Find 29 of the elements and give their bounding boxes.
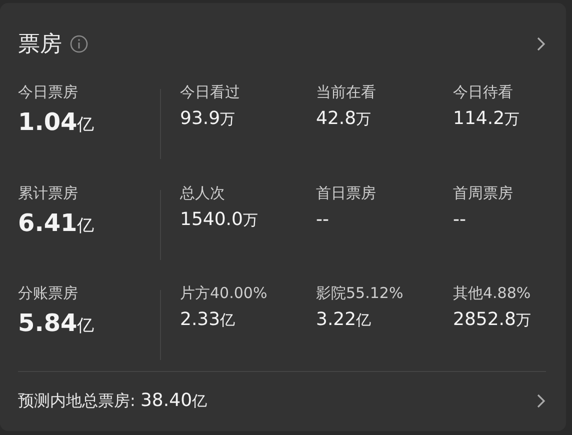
stat-label: 首周票房 (453, 184, 514, 203)
stat-value: 1540.0万 (180, 208, 259, 230)
stat-label: 当前在看 (316, 83, 377, 102)
stat-value: 5.84亿 (18, 309, 96, 338)
stat-label: 分账票房 (18, 284, 79, 304)
stat-value: 3.22亿 (316, 309, 372, 330)
stat-value: 6.41亿 (18, 208, 96, 237)
stat-value: -- (316, 208, 330, 230)
forecast-text: 预测内地总票房: 38.40亿 (18, 390, 208, 412)
stat-value: 42.8万 (316, 108, 372, 130)
stat-value: 114.2万 (453, 108, 521, 130)
chevron-right-icon[interactable] (536, 36, 546, 52)
chevron-right-icon[interactable] (536, 393, 546, 410)
stat-label: 片方40.00% (180, 284, 268, 304)
stat-value: -- (453, 208, 467, 230)
info-icon[interactable] (70, 35, 88, 54)
stat-label: 影院55.12% (316, 284, 404, 304)
stat-label: 累计票房 (18, 184, 79, 203)
stat-label: 今日票房 (18, 83, 79, 102)
stat-label: 其他4.88% (453, 284, 532, 304)
stat-value: 2852.8万 (453, 309, 532, 330)
stat-value: 1.04亿 (18, 108, 96, 136)
card-title: 票房 (18, 31, 62, 60)
stat-label: 今日待看 (453, 83, 514, 102)
stat-value: 93.9万 (180, 108, 236, 130)
stat-label: 总人次 (180, 184, 226, 203)
stat-label: 今日看过 (180, 83, 241, 102)
stat-value: 2.33亿 (180, 309, 236, 330)
stat-label: 首日票房 (316, 184, 377, 203)
